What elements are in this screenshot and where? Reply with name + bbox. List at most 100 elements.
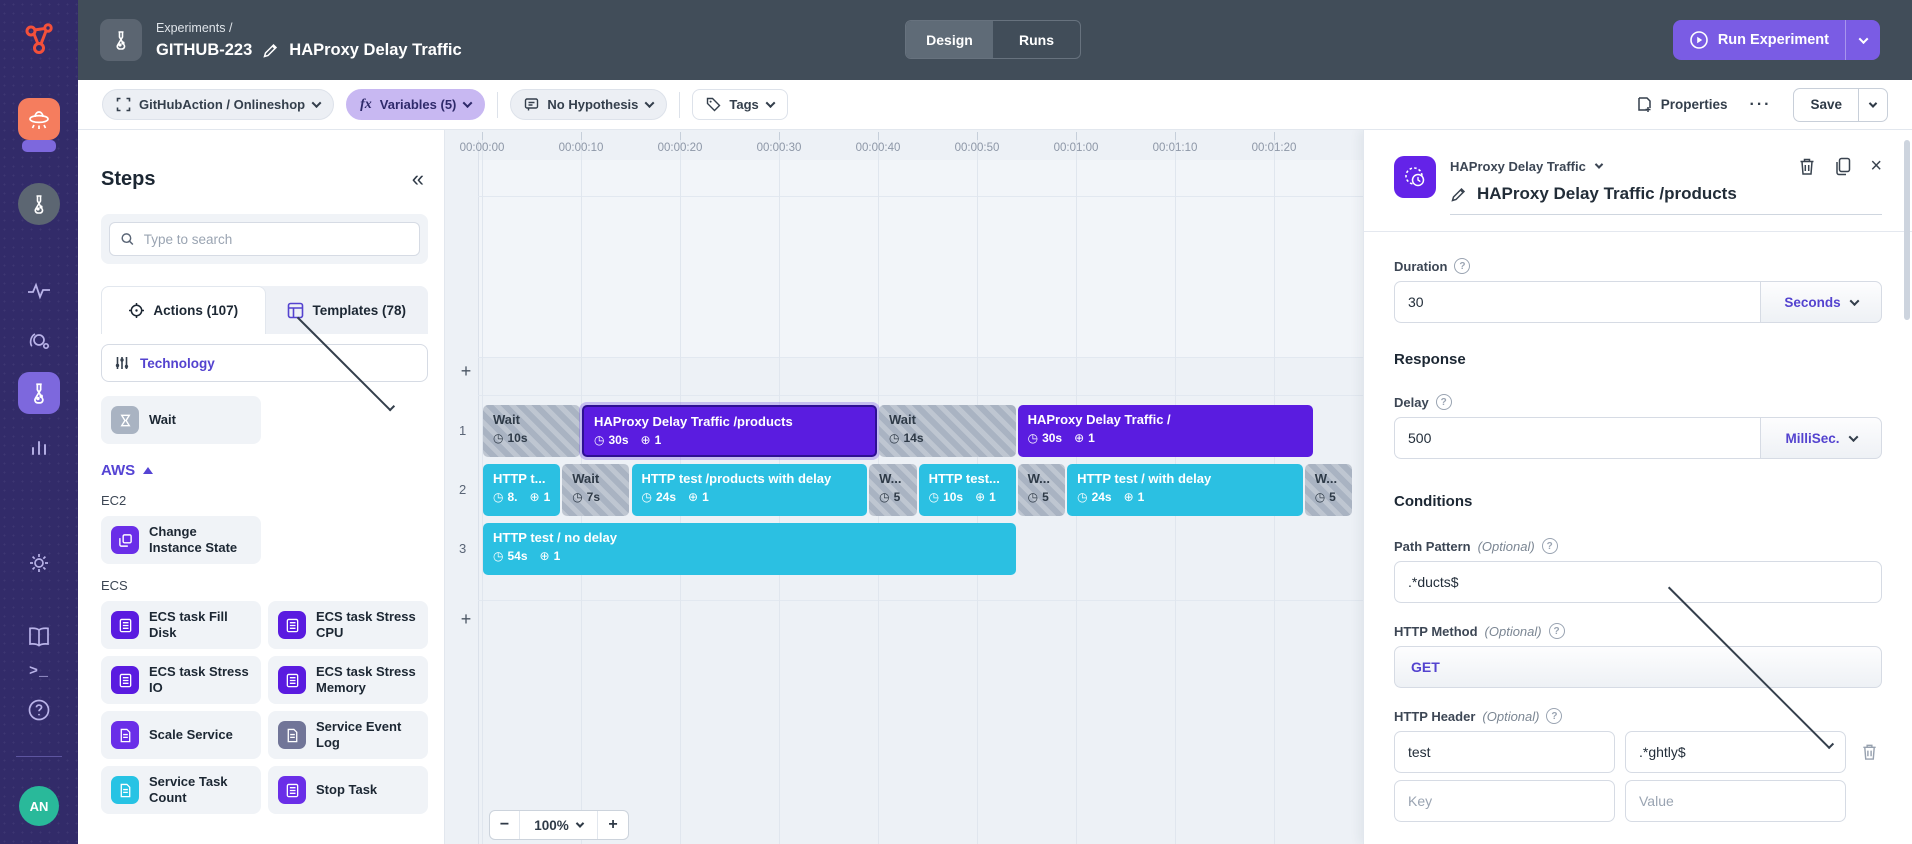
tab-runs[interactable]: Runs [993, 21, 1080, 58]
close-panel-button[interactable]: × [1870, 156, 1882, 176]
sidebar-item-help[interactable] [0, 697, 78, 723]
delay-unit-select[interactable]: MilliSec. [1760, 417, 1882, 459]
timeline-block[interactable]: HAProxy Delay Traffic /products ◷ 30s ⊕ 1 [582, 405, 877, 457]
environment-selector[interactable]: GitHubAction / Onlineshop [102, 89, 335, 120]
step-library-item[interactable]: Service Event Log [268, 711, 428, 759]
timeline-lane[interactable]: 1 Wait ◷ 10s HAProxy Delay Traffic /products… [445, 405, 1363, 457]
new-header-value-input[interactable] [1625, 780, 1846, 822]
info-icon[interactable]: ? [1548, 623, 1565, 639]
properties-button[interactable]: Properties [1636, 96, 1727, 113]
step-item-label: Change Instance State [149, 523, 238, 555]
timeline-block[interactable]: HTTP test / with delay ◷ 24s ⊕ 1 [1067, 464, 1303, 516]
delay-input[interactable] [1394, 417, 1760, 459]
breadcrumb[interactable]: Experiments / [156, 21, 462, 35]
info-icon[interactable]: ? [1435, 394, 1452, 410]
tags-button[interactable]: Tags [692, 89, 788, 120]
duration-input[interactable] [1394, 281, 1760, 323]
run-options-dropdown[interactable] [1846, 33, 1880, 44]
timeline-block[interactable]: W... ◷ 5 [1304, 464, 1353, 516]
timeline-block[interactable]: HAProxy Delay Traffic / ◷ 30s ⊕ 1 [1017, 405, 1313, 457]
step-library-item[interactable]: ECS task Stress IO [101, 656, 261, 704]
run-experiment-button[interactable]: Run Experiment [1672, 20, 1880, 60]
duration-unit-select[interactable]: Seconds [1760, 281, 1882, 323]
timeline-lane[interactable]: 2 HTTP t... ◷ 8. ⊕ 1 Wait ◷ 7s HTTP test /product… [445, 464, 1363, 516]
experiment-name[interactable]: HAProxy Delay Traffic [289, 41, 461, 60]
sidebar-item-experiments-alt[interactable] [0, 183, 78, 225]
step-library-item[interactable]: Scale Service [101, 711, 261, 759]
timeline-block[interactable]: HTTP test... ◷ 10s ⊕ 1 [918, 464, 1016, 516]
http-method-select[interactable]: GET [1394, 582, 1882, 749]
step-library-item[interactable]: ECS task Stress CPU [268, 601, 428, 649]
step-library-item[interactable]: Change Instance State [101, 516, 261, 564]
timeline-block[interactable]: Wait ◷ 14s [879, 405, 1016, 457]
steps-panel: Steps « Actions (107) Templates (78) [78, 130, 445, 844]
sidebar-item-settings[interactable] [0, 550, 78, 576]
remove-header-button[interactable] [1856, 743, 1882, 761]
technology-filter[interactable]: Technology [101, 312, 428, 411]
timeline-block[interactable]: HTTP test / no delay ◷ 54s ⊕ 1 [483, 523, 1016, 575]
scrollbar[interactable] [1904, 140, 1910, 320]
sidebar-item-reports[interactable] [0, 436, 78, 458]
sidebar-item-landscape[interactable] [0, 328, 78, 354]
timeline-block[interactable]: Wait ◷ 7s [562, 464, 630, 516]
action-type-selector[interactable]: HAProxy Delay Traffic [1450, 159, 1604, 174]
new-header-key-input[interactable] [1394, 780, 1615, 822]
add-lane-button-top[interactable]: + [455, 360, 477, 382]
step-library-item[interactable]: ECS task Stress Memory [268, 656, 428, 704]
aws-group-header[interactable]: AWS [101, 462, 428, 479]
info-icon[interactable]: ? [1541, 538, 1558, 554]
sidebar-item-experiments[interactable] [0, 372, 78, 414]
clock-icon: ◷ [572, 489, 583, 504]
timeline-block[interactable]: HTTP test /products with delay ◷ 24s ⊕ 1 [631, 464, 868, 516]
step-library-item[interactable]: Service Task Count [101, 766, 261, 814]
info-icon[interactable]: ? [1454, 258, 1471, 274]
sidebar-item-activity[interactable] [0, 280, 78, 302]
steadybit-logo[interactable] [0, 18, 78, 60]
timeline-lane[interactable]: 3 HTTP test / no delay ◷ 54s ⊕ 1 [445, 523, 1363, 575]
duplicate-step-button[interactable] [1834, 157, 1852, 176]
tab-actions[interactable]: Actions (107) [101, 286, 266, 334]
step-library-item[interactable]: Stop Task [268, 766, 428, 814]
sidebar-item-cli[interactable]: >_ [0, 663, 78, 680]
header-value-input[interactable] [1625, 731, 1846, 773]
delete-step-button[interactable] [1798, 157, 1816, 176]
hypothesis-icon [525, 98, 539, 111]
collapse-panel-button[interactable]: « [412, 166, 428, 192]
ruler-time-label: 00:01:10 [1152, 142, 1198, 154]
clock-icon: ◷ [1027, 489, 1039, 504]
steps-title: Steps [101, 167, 156, 190]
save-options-dropdown[interactable] [1859, 89, 1887, 121]
tab-design[interactable]: Design [906, 21, 993, 58]
block-label: HTTP test / with delay [1077, 471, 1212, 486]
variables-button[interactable]: fx Variables (5) [346, 89, 486, 120]
sidebar-item-home[interactable] [0, 98, 78, 140]
zoom-level-value: 100% [534, 817, 569, 833]
zoom-level-select[interactable]: 100% [520, 811, 598, 839]
step-library-item[interactable]: ECS task Fill Disk [101, 601, 261, 649]
edit-pencil-icon[interactable] [262, 42, 279, 59]
hypothesis-button[interactable]: No Hypothesis [510, 89, 668, 120]
step-subgroup-label: EC2 [101, 493, 127, 508]
zoom-out-button[interactable]: − [490, 811, 520, 839]
zoom-in-button[interactable]: + [598, 811, 628, 839]
user-menu[interactable]: AN [0, 786, 78, 826]
sidebar-item-docs[interactable] [0, 625, 78, 649]
timeline-block[interactable]: HTTP t... ◷ 8. ⊕ 1 [483, 464, 561, 516]
path-pattern-input[interactable] [1394, 561, 1882, 603]
info-icon[interactable]: ? [1546, 708, 1563, 724]
timeline-block[interactable]: Wait ◷ 10s [483, 405, 580, 457]
timeline-block[interactable]: W... ◷ 5 [1017, 464, 1066, 516]
search-input[interactable] [143, 231, 409, 247]
more-menu[interactable]: ··· [1749, 96, 1771, 114]
tab-templates[interactable]: Templates (78) [266, 286, 429, 334]
save-button[interactable]: Save [1794, 88, 1859, 121]
step-title-editor[interactable]: HAProxy Delay Traffic /products [1450, 184, 1882, 215]
add-lane-button-bottom[interactable]: + [455, 608, 477, 630]
target-icon: ⊕ [529, 489, 540, 504]
timeline-canvas[interactable]: 00:00:00 00:00:10 00:00:20 00:00:30 00:00:40… [445, 130, 1363, 844]
header-key-input[interactable] [1394, 731, 1615, 773]
run-experiment-label: Run Experiment [1717, 32, 1829, 48]
timeline-block[interactable]: W... ◷ 5 [869, 464, 917, 516]
step-library-item[interactable]: Wait [101, 396, 261, 444]
sliders-icon [115, 357, 129, 369]
